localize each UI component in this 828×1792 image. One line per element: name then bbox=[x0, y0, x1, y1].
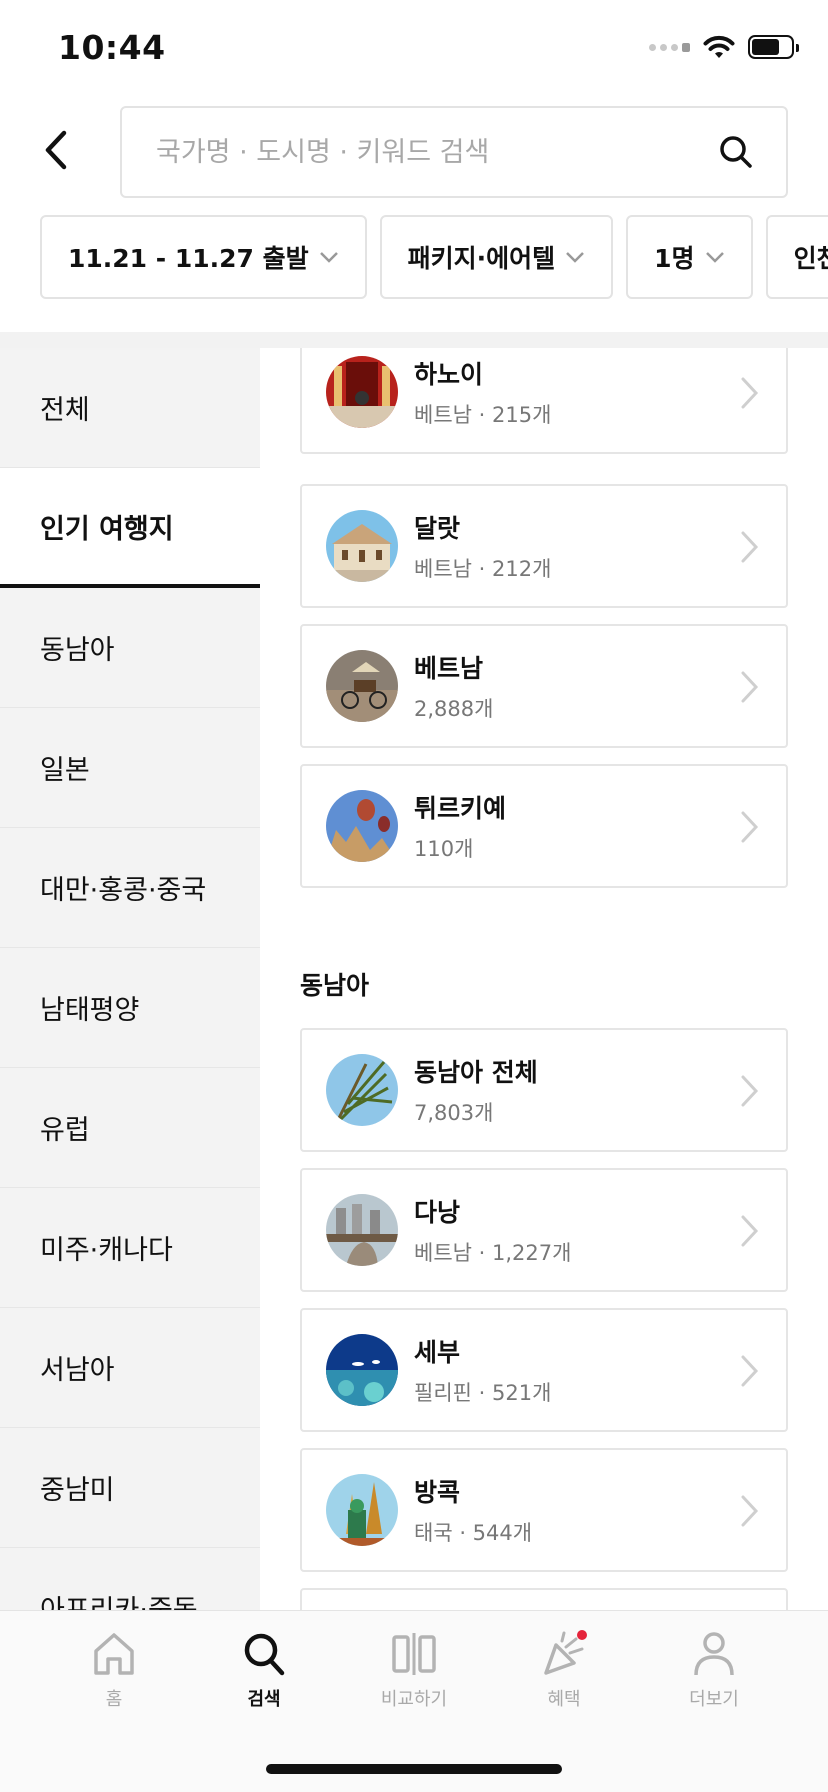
destination-list: 하노이 베트남 · 215개 달랏 베트남 · 212개 베트남 2,888개 bbox=[260, 348, 828, 1610]
destination-subtitle: 7,803개 bbox=[414, 1101, 494, 1125]
search-bar[interactable] bbox=[120, 106, 788, 198]
filter-chips: 11.21 - 11.27 출발 패키지·에어텔 1명 인천·김포 bbox=[40, 215, 828, 301]
compare-icon bbox=[392, 1633, 436, 1675]
chevron-down-icon bbox=[319, 252, 338, 263]
destination-subtitle: 베트남 · 1,227개 bbox=[414, 1241, 572, 1265]
back-button[interactable] bbox=[34, 125, 84, 175]
destination-subtitle: 베트남 · 215개 bbox=[414, 403, 552, 427]
battery-icon bbox=[748, 35, 799, 59]
destination-title: 튀르키예 bbox=[414, 794, 507, 823]
status-icons bbox=[649, 34, 799, 60]
destination-card[interactable]: 동남아 전체 7,803개 bbox=[300, 1028, 788, 1152]
turkiye-thumbnail bbox=[326, 790, 398, 862]
chevron-right-icon bbox=[741, 1495, 759, 1527]
people-filter-chip[interactable]: 1명 bbox=[626, 215, 753, 299]
tab-home[interactable]: 홈 bbox=[54, 1629, 174, 1711]
danang-thumbnail bbox=[326, 1194, 398, 1266]
tab-benefits[interactable]: 혜택 bbox=[504, 1629, 624, 1711]
destination-title: 방콕 bbox=[414, 1478, 461, 1507]
category-all[interactable]: 전체 bbox=[0, 348, 260, 468]
destination-title: 다낭 bbox=[414, 1198, 461, 1227]
search-icon bbox=[244, 1633, 285, 1676]
chevron-right-icon bbox=[741, 1215, 759, 1247]
tab-more[interactable]: 더보기 bbox=[654, 1629, 774, 1711]
category-taiwan-hongkong-china[interactable]: 대만·홍콩·중국 bbox=[0, 828, 260, 948]
category-sidebar: 전체 인기 여행지 동남아 일본 대만·홍콩·중국 남태평양 유럽 미주·캐나다… bbox=[0, 348, 260, 1610]
category-japan[interactable]: 일본 bbox=[0, 708, 260, 828]
departure-filter-chip[interactable]: 인천·김포 bbox=[765, 215, 828, 299]
chevron-right-icon bbox=[741, 811, 759, 843]
divider bbox=[0, 332, 828, 348]
destination-card[interactable]: 다낭 베트남 · 1,227개 bbox=[300, 1168, 788, 1292]
tab-search[interactable]: 검색 bbox=[204, 1629, 324, 1711]
product-type-filter-chip[interactable]: 패키지·에어텔 bbox=[379, 215, 614, 299]
search-button[interactable] bbox=[716, 132, 756, 172]
home-indicator bbox=[266, 1764, 562, 1774]
search-input[interactable] bbox=[156, 136, 716, 168]
status-bar: 10:44 bbox=[0, 0, 828, 100]
chevron-right-icon bbox=[741, 1355, 759, 1387]
destination-subtitle: 2,888개 bbox=[414, 697, 494, 721]
dalat-thumbnail bbox=[326, 510, 398, 582]
destination-title: 달랏 bbox=[414, 514, 461, 543]
destination-subtitle: 태국 · 544개 bbox=[414, 1521, 533, 1545]
destination-title: 베트남 bbox=[414, 654, 484, 683]
chevron-right-icon bbox=[741, 671, 759, 703]
chevron-right-icon bbox=[741, 531, 759, 563]
palm-thumbnail bbox=[326, 1054, 398, 1126]
category-south-pacific[interactable]: 남태평양 bbox=[0, 948, 260, 1068]
chevron-left-icon bbox=[45, 130, 67, 170]
chip-label: 1명 bbox=[654, 244, 695, 273]
chevron-right-icon bbox=[741, 377, 759, 409]
cebu-thumbnail bbox=[326, 1334, 398, 1406]
tab-label: 홈 bbox=[105, 1689, 123, 1710]
destination-card[interactable]: 달랏 베트남 · 212개 bbox=[300, 484, 788, 608]
category-europe[interactable]: 유럽 bbox=[0, 1068, 260, 1188]
cellular-signal-icon bbox=[649, 42, 690, 52]
chevron-right-icon bbox=[741, 1075, 759, 1107]
category-southeast-asia[interactable]: 동남아 bbox=[0, 588, 260, 708]
destination-card[interactable]: 튀르키예 110개 bbox=[300, 764, 788, 888]
vietnam-thumbnail bbox=[326, 650, 398, 722]
chip-label: 11.21 - 11.27 출발 bbox=[68, 244, 309, 273]
category-africa-middle-east[interactable]: 아프리카·중동 bbox=[0, 1548, 260, 1610]
chevron-down-icon bbox=[566, 252, 585, 263]
destination-subtitle: 베트남 · 212개 bbox=[414, 557, 552, 581]
chevron-down-icon bbox=[705, 252, 724, 263]
tab-label: 비교하기 bbox=[380, 1689, 448, 1710]
tab-compare[interactable]: 비교하기 bbox=[354, 1629, 474, 1711]
destination-card[interactable]: 세부 필리핀 · 521개 bbox=[300, 1308, 788, 1432]
hanoi-thumbnail bbox=[326, 356, 398, 428]
party-icon bbox=[544, 1630, 587, 1675]
status-time: 10:44 bbox=[58, 28, 166, 67]
destination-subtitle: 필리핀 · 521개 bbox=[414, 1381, 552, 1405]
chip-label: 패키지·에어텔 bbox=[407, 244, 556, 273]
bangkok-thumbnail bbox=[326, 1474, 398, 1546]
category-latin-america[interactable]: 중남미 bbox=[0, 1428, 260, 1548]
destination-subtitle: 110개 bbox=[414, 837, 474, 861]
destination-title: 세부 bbox=[414, 1338, 461, 1367]
destination-card[interactable]: 방콕 태국 · 544개 bbox=[300, 1448, 788, 1572]
date-filter-chip[interactable]: 11.21 - 11.27 출발 bbox=[40, 215, 367, 299]
wifi-icon bbox=[703, 35, 735, 58]
search-icon bbox=[720, 136, 752, 168]
person-icon bbox=[694, 1632, 734, 1676]
tab-label: 검색 bbox=[247, 1689, 281, 1710]
section-title: 동남아 bbox=[300, 971, 370, 1000]
home-icon bbox=[94, 1633, 134, 1675]
destination-title: 동남아 전체 bbox=[414, 1058, 538, 1087]
category-popular[interactable]: 인기 여행지 bbox=[0, 468, 260, 588]
tab-label: 더보기 bbox=[689, 1689, 739, 1710]
chip-label: 인천·김포 bbox=[793, 244, 828, 273]
category-americas-canada[interactable]: 미주·캐나다 bbox=[0, 1188, 260, 1308]
tab-label: 혜택 bbox=[547, 1689, 581, 1710]
destination-card[interactable]: 하노이 베트남 · 215개 bbox=[300, 348, 788, 454]
destination-card[interactable] bbox=[300, 1588, 788, 1610]
category-southwest-asia[interactable]: 서남아 bbox=[0, 1308, 260, 1428]
destination-title: 하노이 bbox=[414, 360, 484, 389]
destination-card[interactable]: 베트남 2,888개 bbox=[300, 624, 788, 748]
